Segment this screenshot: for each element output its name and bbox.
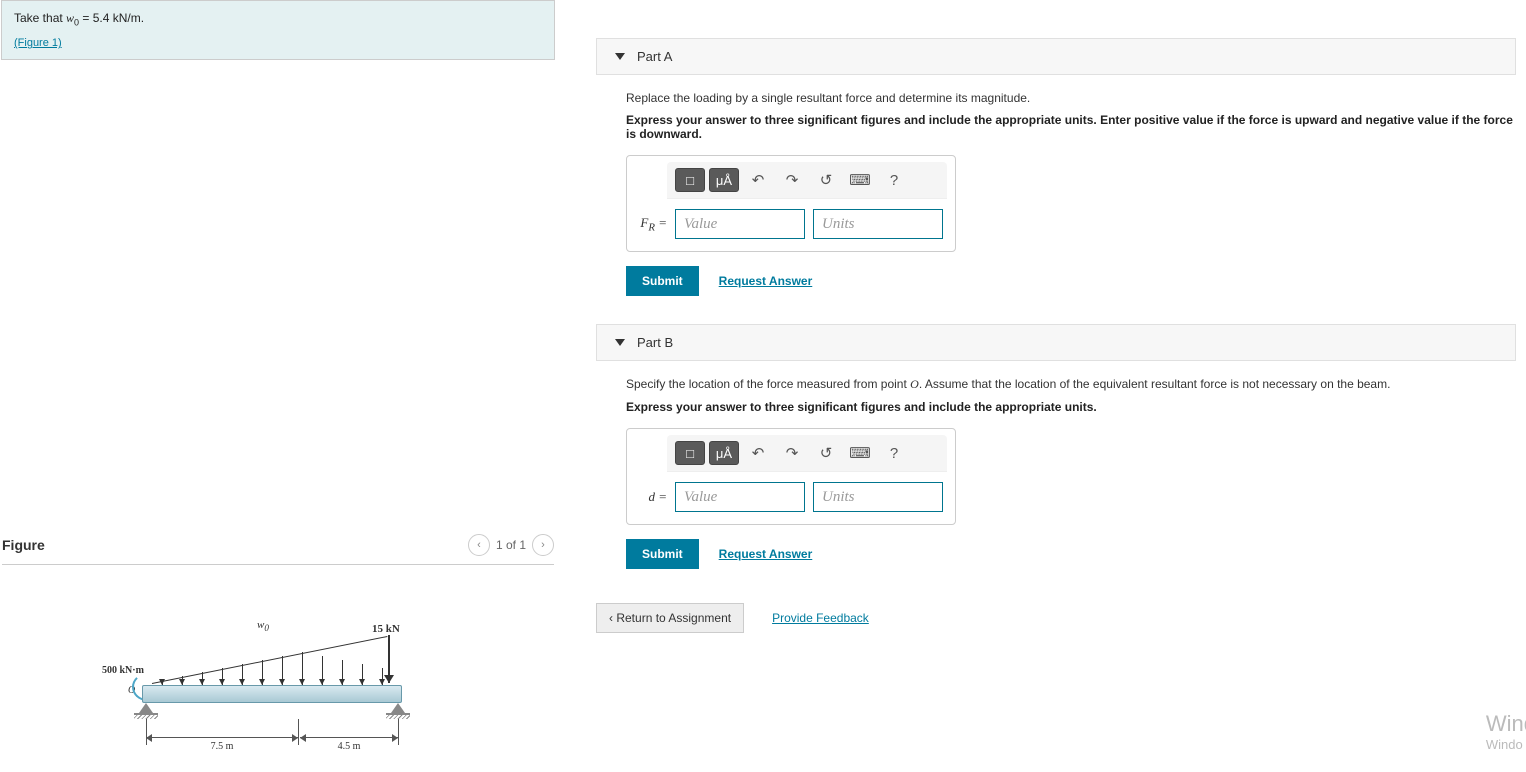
page-indicator: 1 of 1: [496, 538, 526, 552]
part-b-toolbar: □ μÅ ↶ ↷ ↺ ⌨ ?: [667, 435, 947, 472]
point-force-arrow: [388, 635, 390, 683]
part-a-title: Part A: [637, 49, 672, 64]
undo-button[interactable]: ↶: [743, 441, 773, 465]
w0-label: w0: [257, 619, 269, 633]
figure-header: Figure ‹ 1 of 1 ›: [2, 530, 554, 565]
part-a-hint: Express your answer to three significant…: [626, 113, 1516, 141]
part-a-answer-box: □ μÅ ↶ ↷ ↺ ⌨ ? FR =: [626, 155, 956, 252]
figure-section: Figure ‹ 1 of 1 › 500 kN·m O: [0, 530, 556, 765]
distributed-load: [152, 635, 392, 685]
special-char-button[interactable]: μÅ: [709, 168, 739, 192]
beam-diagram: 500 kN·m O: [122, 605, 522, 765]
next-button[interactable]: ›: [532, 534, 554, 556]
problem-pre: Take that: [14, 11, 66, 25]
part-b-request-answer-link[interactable]: Request Answer: [719, 547, 813, 561]
part-b-hint: Express your answer to three significant…: [626, 400, 1516, 414]
undo-button[interactable]: ↶: [743, 168, 773, 192]
part-b-body: Specify the location of the force measur…: [596, 361, 1516, 569]
part-b-title: Part B: [637, 335, 673, 350]
part-a-body: Replace the loading by a single resultan…: [596, 75, 1516, 296]
special-char-button[interactable]: μÅ: [709, 441, 739, 465]
beam: [142, 685, 402, 703]
redo-button[interactable]: ↷: [777, 441, 807, 465]
part-a-units-input[interactable]: [813, 209, 943, 239]
part-a-request-answer-link[interactable]: Request Answer: [719, 274, 813, 288]
keyboard-button[interactable]: ⌨: [845, 168, 875, 192]
problem-text: Take that w0 = 5.4 kN/m.: [14, 11, 144, 25]
point-force-label: 15 kN: [372, 623, 400, 635]
help-button[interactable]: ?: [879, 441, 909, 465]
part-a-header[interactable]: Part A: [596, 38, 1516, 75]
part-a-submit-button[interactable]: Submit: [626, 266, 699, 296]
collapse-icon[interactable]: [615, 53, 625, 60]
part-b-answer-box: □ μÅ ↶ ↷ ↺ ⌨ ? d =: [626, 428, 956, 525]
part-b-instruction: Specify the location of the force measur…: [626, 377, 1516, 392]
footer-bar: ‹ Return to Assignment Provide Feedback: [596, 603, 1516, 633]
keyboard-button[interactable]: ⌨: [845, 441, 875, 465]
part-a-toolbar: □ μÅ ↶ ↷ ↺ ⌨ ?: [667, 162, 947, 199]
support-right-icon: [386, 703, 410, 717]
part-b-header[interactable]: Part B: [596, 324, 1516, 361]
redo-button[interactable]: ↷: [777, 168, 807, 192]
figure-link[interactable]: (Figure 1): [14, 37, 62, 49]
return-button[interactable]: ‹ Return to Assignment: [596, 603, 744, 633]
help-button[interactable]: ?: [879, 168, 909, 192]
problem-mid: = 5.4 kN/m.: [79, 11, 144, 25]
template-button[interactable]: □: [675, 168, 705, 192]
template-button[interactable]: □: [675, 441, 705, 465]
watermark: Wind Windo: [1486, 711, 1526, 752]
dimension-1: 7.5 m: [146, 737, 298, 752]
prev-button[interactable]: ‹: [468, 534, 490, 556]
part-b-var: d =: [639, 489, 667, 505]
part-a-var: FR =: [639, 215, 667, 234]
figure-title: Figure: [2, 537, 45, 553]
provide-feedback-link[interactable]: Provide Feedback: [772, 611, 869, 625]
part-b-units-input[interactable]: [813, 482, 943, 512]
problem-statement: Take that w0 = 5.4 kN/m. (Figure 1): [1, 0, 555, 60]
part-a-value-input[interactable]: [675, 209, 805, 239]
reset-button[interactable]: ↺: [811, 168, 841, 192]
part-b-value-input[interactable]: [675, 482, 805, 512]
support-left-icon: [134, 703, 158, 717]
collapse-icon[interactable]: [615, 339, 625, 346]
reset-button[interactable]: ↺: [811, 441, 841, 465]
dimension-2: 4.5 m: [300, 737, 398, 752]
figure-body[interactable]: 500 kN·m O: [2, 565, 554, 765]
figure-pager: ‹ 1 of 1 ›: [468, 534, 554, 556]
part-b-submit-button[interactable]: Submit: [626, 539, 699, 569]
problem-var: w: [66, 11, 74, 25]
part-a-instruction: Replace the loading by a single resultan…: [626, 91, 1516, 105]
